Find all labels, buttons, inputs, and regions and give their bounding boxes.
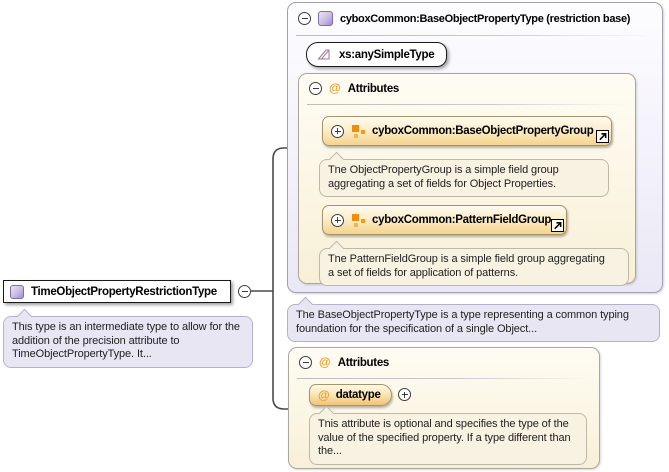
group-base-object-property-group[interactable]: cyboxCommon:BaseObjectPropertyGroup <box>322 116 612 146</box>
group-pattern-field-group[interactable]: cyboxCommon:PatternFieldGroup <box>322 205 567 235</box>
group-label: cyboxCommon:BaseObjectPropertyGroup <box>372 125 594 137</box>
goto-definition-icon[interactable] <box>596 130 609 143</box>
at-sign-icon: @ <box>318 387 330 402</box>
group-description: The ObjectPropertyGroup is a simple fiel… <box>319 151 609 197</box>
at-sign-icon: @ <box>319 355 331 369</box>
any-simple-type-label: xs:anySimpleType <box>339 48 435 61</box>
group-description: The PatternFieldGroup is a simple field … <box>319 240 629 286</box>
expand-button[interactable] <box>331 213 344 227</box>
description-text: This type is an intermediate type to all… <box>12 321 240 360</box>
attribute-datatype[interactable]: @ datatype <box>309 384 392 406</box>
attributes-header: @ Attributes <box>299 356 389 369</box>
at-sign-icon: @ <box>329 81 341 95</box>
group-label: cyboxCommon:PatternFieldGroup <box>372 214 552 226</box>
complex-type-icon <box>10 284 24 299</box>
attribute-name: datatype <box>335 389 381 401</box>
description-text: The PatternFieldGroup is a simple field … <box>328 253 605 279</box>
attribute-description: This attribute is optional and specifies… <box>309 405 587 465</box>
root-type-description: This type is an intermediate type to all… <box>3 308 253 368</box>
base-type-header: cyboxCommon:BaseObjectPropertyType (rest… <box>298 11 630 26</box>
attribute-group-icon <box>351 213 365 227</box>
expand-button[interactable] <box>331 124 344 138</box>
collapse-button-base-type[interactable] <box>298 12 311 25</box>
expand-button-datatype[interactable] <box>398 388 411 401</box>
goto-definition-icon[interactable] <box>551 219 564 232</box>
simple-type-icon <box>316 48 331 61</box>
attributes-label: Attributes <box>347 82 400 95</box>
own-attributes-panel: @ Attributes @ datatype This attribute i… <box>288 347 600 469</box>
separator <box>296 35 654 36</box>
xsd-schema-diagram: TimeObjectPropertyRestrictionType This t… <box>0 0 669 472</box>
separator <box>297 378 591 379</box>
description-text: The ObjectPropertyGroup is a simple fiel… <box>328 164 559 190</box>
base-type-panel: cyboxCommon:BaseObjectPropertyType (rest… <box>287 2 663 293</box>
description-text: This attribute is optional and specifies… <box>318 418 571 457</box>
attributes-header: @ Attributes <box>309 82 399 95</box>
base-attributes-panel: @ Attributes cyboxCommon:BaseObjectPrope… <box>298 73 636 286</box>
collapse-button-root[interactable] <box>238 285 251 298</box>
complex-type-icon <box>318 11 333 26</box>
attribute-group-icon <box>351 124 365 138</box>
description-text: The BaseObjectPropertyType is a type rep… <box>296 309 629 335</box>
attributes-label: Attributes <box>337 356 390 369</box>
base-type-label: cyboxCommon:BaseObjectPropertyType (rest… <box>340 12 631 25</box>
node-any-simple-type[interactable]: xs:anySimpleType <box>306 42 448 67</box>
node-root-type[interactable]: TimeObjectPropertyRestrictionType <box>3 280 231 303</box>
base-type-description: The BaseObjectPropertyType is a type rep… <box>287 296 660 342</box>
separator <box>307 104 627 105</box>
root-type-label: TimeObjectPropertyRestrictionType <box>31 285 217 298</box>
collapse-button-attributes[interactable] <box>299 356 312 369</box>
collapse-button-attributes[interactable] <box>309 82 322 95</box>
